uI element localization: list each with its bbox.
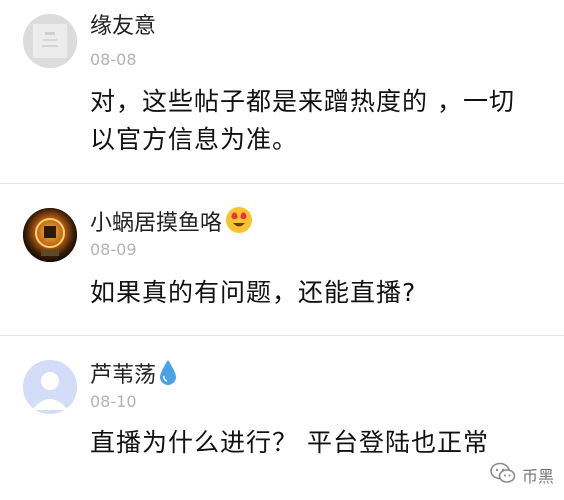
comment-text-line: 以官方信息为准。 — [90, 125, 299, 154]
username-text: 小蜗居摸鱼咯 — [90, 210, 223, 236]
comment-text: 对，这些帖子都是来蹭热度的 ，一切 以官方信息为准。 — [90, 83, 550, 159]
avatar-image — [23, 14, 77, 68]
default-person-icon — [23, 360, 77, 414]
comment-item: 小蜗居摸鱼咯 08-09 如果真的有问题，还能直播? — [0, 184, 564, 334]
avatar[interactable] — [23, 208, 77, 262]
comment-text-line: 如果真的有问题，还能直播? — [90, 278, 417, 307]
comment-text: 如果真的有问题，还能直播? — [90, 274, 550, 312]
username[interactable]: 芦苇荡 — [90, 358, 177, 393]
comment-date: 08-08 — [90, 50, 137, 69]
wechat-logo-icon — [490, 462, 516, 488]
watermark: 币黑 — [490, 462, 554, 488]
username[interactable]: 缘友意 — [90, 14, 156, 40]
comment-text-line: 直播为什么进行？ 平台登陆也正常 — [90, 428, 489, 457]
comment-date: 08-09 — [90, 240, 137, 259]
username-text: 芦苇荡 — [90, 362, 157, 388]
water-drop-icon — [159, 358, 177, 393]
comment-item: 缘友意 08-08 对，这些帖子都是来蹭热度的 ，一切 以官方信息为准。 — [0, 0, 564, 180]
comment-text: 直播为什么进行？ 平台登陆也正常 — [90, 424, 550, 462]
comment-text-line: 对，这些帖子都是来蹭热度的 ，一切 — [90, 87, 515, 116]
avatar-image — [23, 208, 77, 262]
comment-item: 芦苇荡 08-10 直播为什么进行？ 平台登陆也正常 — [0, 336, 564, 500]
heart-eyes-emoji-icon — [225, 206, 253, 241]
comment-date: 08-10 — [90, 392, 137, 411]
username[interactable]: 小蜗居摸鱼咯 — [90, 206, 253, 241]
watermark-label: 币黑 — [521, 467, 554, 486]
avatar[interactable] — [23, 14, 77, 68]
avatar[interactable] — [23, 360, 77, 414]
